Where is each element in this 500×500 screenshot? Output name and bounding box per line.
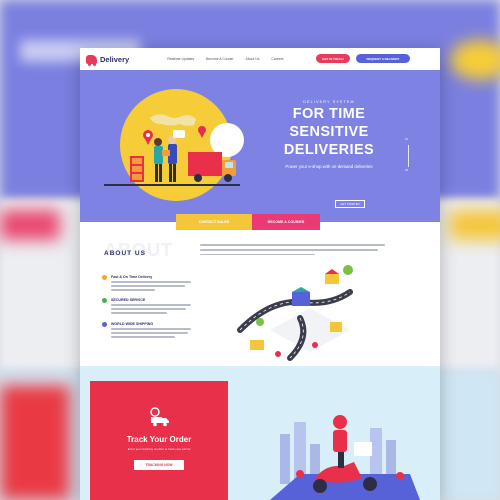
track-order-title: Track Your Order	[126, 435, 192, 444]
feature-title: Fast & On Time Delivery	[111, 275, 153, 279]
contact-sales-tab[interactable]: CONTACT SALES	[176, 214, 252, 230]
hero-ground-line	[104, 184, 240, 186]
feature-title: WORLD WIDE SHIPPING	[111, 322, 154, 326]
become-courier-tab[interactable]: BECOME A COURIER	[252, 214, 320, 230]
nav-link-about-us[interactable]: About Us	[245, 57, 259, 61]
about-heading: ABOUT US	[104, 250, 146, 257]
hero-subtitle: DELIVERY SYSTEM	[303, 100, 355, 104]
about-section: ABOUT ABOUT US Fast & On Time Delivery S…	[80, 230, 440, 366]
delivery-illustration	[130, 114, 236, 182]
logo-text: Delivery	[100, 54, 130, 64]
slide-pager-total[interactable]: 03	[405, 169, 408, 172]
track-section: Track Your Order Enter your tracking num…	[80, 366, 440, 500]
nav-link-become-a-courier[interactable]: Become A Courier	[206, 57, 233, 61]
hero-title-line-3: DELIVERIES	[283, 142, 375, 158]
shield-icon	[102, 298, 107, 303]
isometric-city-illustration	[237, 265, 353, 361]
nav-links: Realtime Updates Become A Courier About …	[167, 57, 283, 61]
track-order-card: Track Your Order Enter your tracking num…	[90, 381, 228, 500]
slide-pager-current[interactable]: 01	[405, 138, 408, 141]
nav-link-careers[interactable]: Careers	[271, 57, 283, 61]
feature-title: SECURED SERVICE	[111, 298, 146, 302]
globe-icon	[102, 322, 107, 327]
hero-title-line-2: SENSITIVE	[289, 124, 369, 140]
delivery-truck-icon	[150, 407, 169, 427]
scooter-courier-illustration	[270, 415, 420, 500]
hero-tagline: Power your e-shop with on-demand deliver…	[285, 164, 373, 169]
hero-section: DELIVERY SYSTEM FOR TIME SENSITIVE DELIV…	[80, 70, 440, 222]
get-in-touch-button[interactable]: GET IN TOUCH	[316, 54, 350, 63]
cta-tabs: CONTACT SALES BECOME A COURIER	[176, 214, 320, 230]
track-order-description: Enter your tracking number to track your…	[127, 447, 191, 451]
about-paragraph	[200, 244, 385, 258]
hero-text-block: DELIVERY SYSTEM FOR TIME SENSITIVE DELIV…	[254, 100, 404, 169]
website-mockup: Delivery Realtime Updates Become A Couri…	[80, 48, 440, 500]
slide-pager-bar[interactable]	[408, 145, 409, 167]
tracking-now-button[interactable]: TRACKING NOW	[134, 460, 184, 470]
hero-title-line-1: FOR TIME	[292, 106, 366, 122]
clock-icon	[102, 275, 107, 280]
delivery-logo-icon	[86, 54, 97, 66]
logo[interactable]: Delivery	[86, 54, 130, 66]
get-started-button[interactable]: GET STARTED	[335, 200, 365, 208]
nav-link-realtime-updates[interactable]: Realtime Updates	[167, 57, 194, 61]
request-delivery-button[interactable]: REQUEST A DELIVERY	[356, 54, 410, 63]
navbar: Delivery Realtime Updates Become A Couri…	[80, 48, 440, 70]
